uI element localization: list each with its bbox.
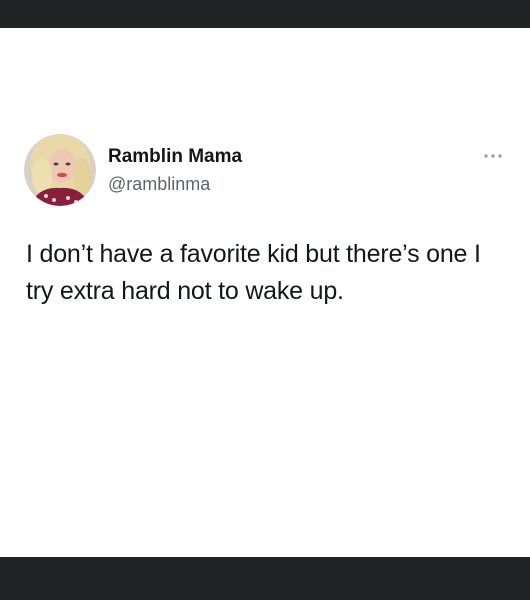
tweet-text: I don’t have a favorite kid but there’s … [26,240,481,305]
author-handle[interactable]: @ramblinma [108,174,210,195]
avatar-photo [24,134,96,206]
avatar[interactable] [24,134,96,206]
tweet-card: Ramblin Mama @ramblinma I don’t have a f… [0,0,530,557]
ellipsis-icon [484,154,502,158]
more-options-button[interactable] [479,148,507,164]
author-display-name[interactable]: Ramblin Mama [108,146,242,168]
bottom-frame-bar [0,557,530,600]
